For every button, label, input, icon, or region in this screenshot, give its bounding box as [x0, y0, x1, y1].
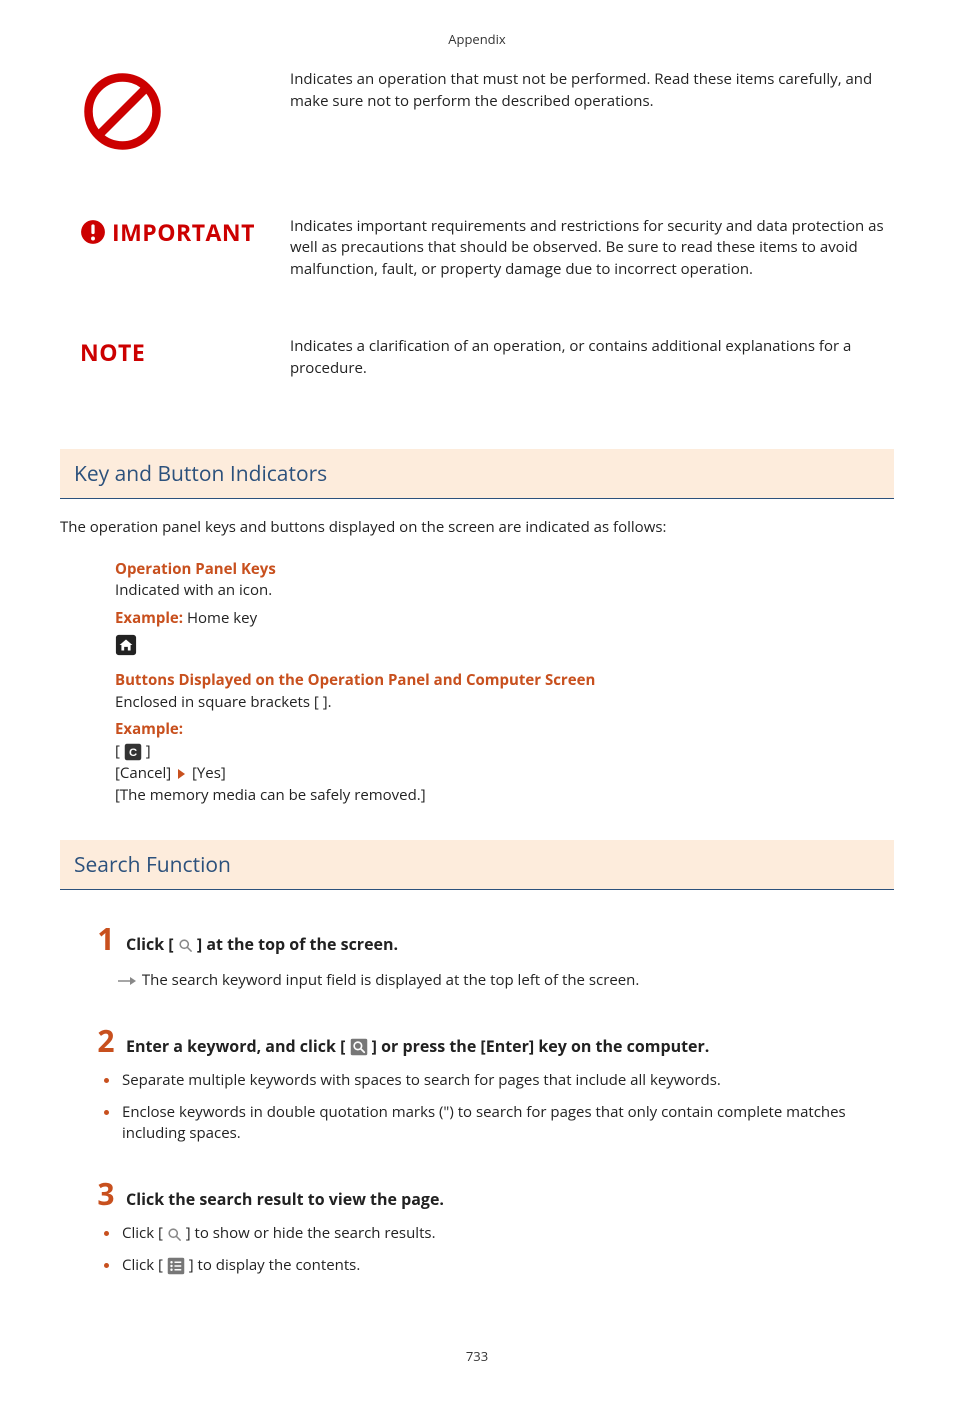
step-3-num: 3 — [92, 1179, 120, 1209]
svg-text:C: C — [129, 747, 137, 759]
example-label: Example: — [115, 608, 183, 628]
mark-row-prohibit: Indicates an operation that must not be … — [60, 69, 894, 161]
step-2-text: Enter a keyword, and click [ ] or press … — [126, 1035, 894, 1058]
step-2-num: 2 — [92, 1026, 120, 1056]
important-label: IMPORTANT — [112, 216, 255, 249]
step-1: 1 Click [ ] at the top of the screen. — [92, 924, 894, 956]
mark-row-note: NOTE Indicates a clarification of an ope… — [60, 336, 894, 380]
important-desc: Indicates important requirements and res… — [290, 216, 894, 281]
step-2: 2 Enter a keyword, and click [ ] or pres… — [92, 1026, 894, 1058]
step-2-bullet-1: Separate multiple keywords with spaces t… — [104, 1070, 894, 1092]
step-3-bullet-1: Click [ ] to show or hide the search res… — [104, 1223, 894, 1245]
c-key-icon: C — [124, 743, 142, 761]
mark-row-important: IMPORTANT Indicates important requiremen… — [60, 216, 894, 281]
buttons-example-label: Example: — [115, 719, 894, 741]
important-icon — [80, 219, 106, 245]
step-3-bullets: Click [ ] to show or hide the search res… — [104, 1223, 894, 1277]
step-3: 3 Click the search result to view the pa… — [92, 1179, 894, 1211]
buttons-example-line1: [ C ] — [115, 741, 894, 763]
important-mark: IMPORTANT — [60, 216, 290, 249]
op-keys-text: Indicated with an icon. — [115, 580, 894, 602]
step-2-bullets: Separate multiple keywords with spaces t… — [104, 1070, 894, 1145]
prohibit-mark — [60, 69, 290, 161]
note-mark: NOTE — [60, 336, 290, 369]
search-icon-boxed — [350, 1038, 368, 1056]
buttons-text: Enclosed in square brackets [ ]. — [115, 692, 894, 714]
result-arrow-icon — [118, 976, 136, 986]
list-icon-boxed — [167, 1257, 185, 1275]
note-desc: Indicates a clarification of an operatio… — [290, 336, 894, 380]
step-1-text: Click [ ] at the top of the screen. — [126, 933, 894, 956]
search-icon — [167, 1227, 182, 1242]
step-3-text: Click the search result to view the page… — [126, 1188, 894, 1211]
op-keys-example: Example: Home key — [115, 608, 894, 630]
search-icon — [178, 938, 193, 953]
cancel-text: [Cancel] — [115, 763, 175, 783]
keys-intro: The operation panel keys and buttons dis… — [60, 517, 894, 539]
step-1-result-text: The search keyword input field is displa… — [142, 970, 639, 990]
prohibit-desc: Indicates an operation that must not be … — [290, 69, 894, 113]
op-keys-example-text: Home key — [183, 608, 257, 628]
triangle-icon — [178, 769, 185, 779]
buttons-example-line3: [The memory media can be safely removed.… — [115, 785, 894, 807]
keys-details: Operation Panel Keys Indicated with an i… — [115, 559, 894, 807]
home-icon — [115, 634, 137, 656]
section-title-keys: Key and Button Indicators — [60, 449, 894, 498]
yes-text: [Yes] — [188, 763, 226, 783]
page-header: Appendix — [60, 30, 894, 49]
step-2-bullet-2: Enclose keywords in double quotation mar… — [104, 1102, 894, 1146]
prohibit-icon — [80, 69, 165, 154]
step-1-result: The search keyword input field is displa… — [118, 970, 894, 992]
op-keys-head: Operation Panel Keys — [115, 559, 894, 581]
buttons-head: Buttons Displayed on the Operation Panel… — [115, 670, 894, 692]
section-title-search: Search Function — [60, 840, 894, 889]
step-1-num: 1 — [92, 924, 120, 954]
step-3-bullet-2: Click [ ] to display the contents. — [104, 1255, 894, 1277]
buttons-example-line2: [Cancel] [Yes] — [115, 763, 894, 785]
